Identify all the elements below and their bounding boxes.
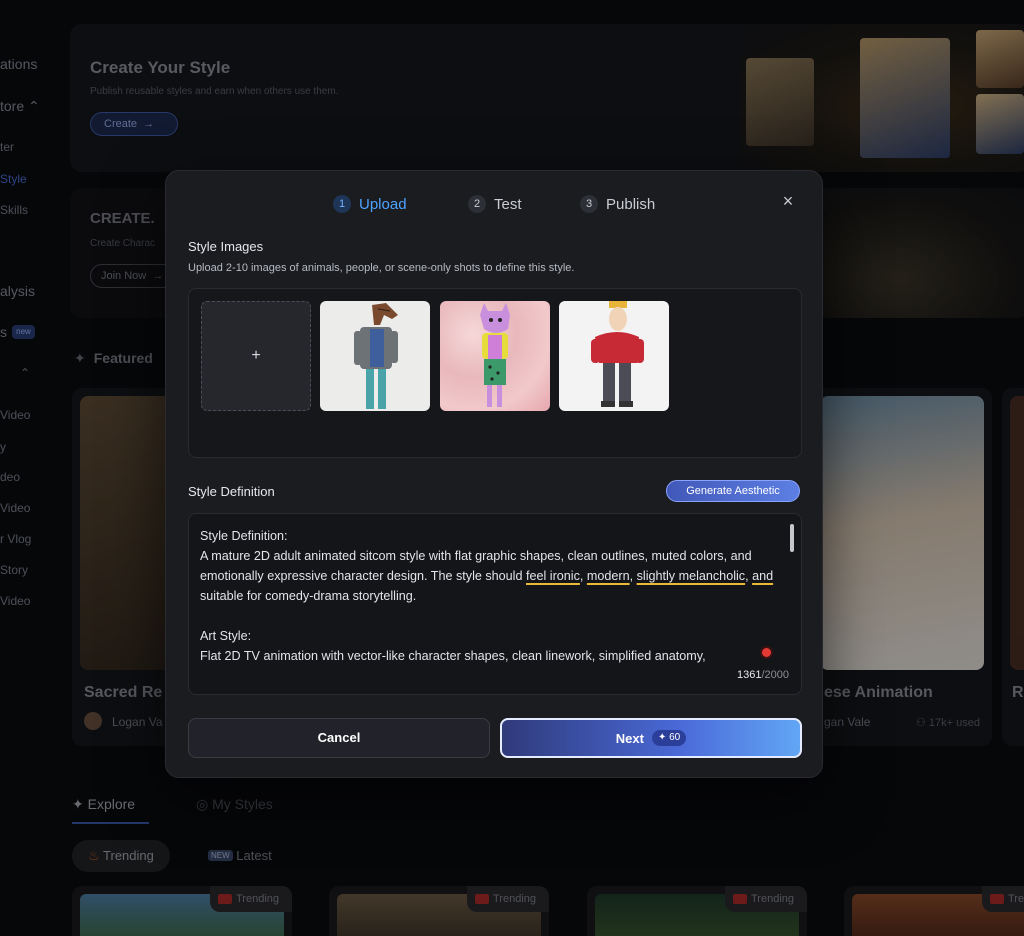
art-style-text: Flat 2D TV animation with vector-like ch…	[200, 649, 706, 663]
uploaded-image-thumb[interactable]	[320, 301, 430, 411]
step-number: 2	[468, 195, 486, 213]
spellcheck-underline[interactable]: feel ironic	[526, 569, 580, 583]
spellcheck-underline[interactable]: and	[752, 569, 773, 583]
cancel-button[interactable]: Cancel	[188, 718, 490, 758]
next-label: Next	[615, 730, 644, 746]
step-test[interactable]: 2 Test	[468, 195, 522, 213]
step-number: 3	[580, 195, 598, 213]
uploaded-image-thumb[interactable]	[440, 301, 550, 411]
image-upload-area[interactable]: +	[188, 288, 802, 458]
error-indicator-dot	[762, 648, 771, 657]
textarea-scrollbar[interactable]	[790, 524, 794, 552]
style-images-title: Style Images	[188, 239, 264, 254]
style-definition-textarea[interactable]: Style Definition: A mature 2D adult anim…	[188, 513, 802, 695]
generate-aesthetic-button[interactable]: Generate Aesthetic	[666, 480, 800, 502]
style-definition-title: Style Definition	[188, 484, 275, 499]
definition-heading: Style Definition:	[200, 529, 288, 543]
step-upload[interactable]: 1 Upload	[333, 195, 407, 213]
create-style-modal: 1 Upload 2 Test 3 Publish × Style Images…	[165, 170, 823, 778]
definition-paragraph: A mature 2D adult animated sitcom style …	[200, 549, 774, 603]
spellcheck-underline[interactable]: slightly melancholic	[637, 569, 746, 583]
step-label: Publish	[606, 195, 656, 213]
character-counter: 1361/2000	[736, 669, 789, 681]
credit-cost-badge: ✦ 60	[651, 730, 687, 746]
step-label: Upload	[359, 195, 407, 213]
spellcheck-underline[interactable]: modern	[587, 569, 630, 583]
style-images-hint: Upload 2-10 images of animals, people, o…	[188, 262, 575, 274]
next-button[interactable]: Next ✦ 60	[500, 718, 802, 758]
art-style-heading: Art Style:	[200, 629, 252, 643]
step-label: Test	[494, 195, 522, 213]
add-image-button[interactable]: +	[201, 301, 311, 411]
uploaded-image-thumb[interactable]	[559, 301, 669, 411]
close-icon[interactable]: ×	[780, 192, 796, 210]
credit-icon: ✦	[657, 732, 670, 743]
step-number: 1	[333, 195, 351, 213]
stepper: 1 Upload 2 Test 3 Publish	[166, 195, 822, 215]
style-definition-text: Style Definition: A mature 2D adult anim…	[200, 526, 782, 666]
step-publish[interactable]: 3 Publish	[580, 195, 655, 213]
